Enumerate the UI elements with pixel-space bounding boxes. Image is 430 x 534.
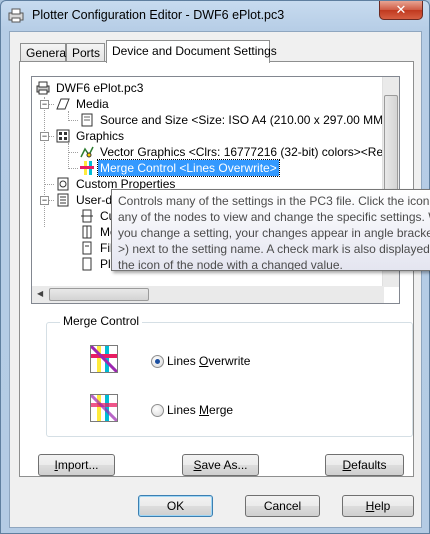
cancel-button[interactable]: Cancel xyxy=(245,495,320,517)
lines-overwrite-radio[interactable] xyxy=(151,355,164,368)
merge-control-group-title: Merge Control xyxy=(60,314,143,328)
defaults-button[interactable]: Defaults xyxy=(325,454,404,476)
import-button[interactable]: Import... xyxy=(38,454,115,476)
tree-item-media[interactable]: Media xyxy=(56,96,256,112)
merge-control-icon xyxy=(80,161,94,175)
tree-root-item[interactable]: DWF6 ePlot.pc3 xyxy=(36,80,236,96)
custom-properties-icon xyxy=(57,177,69,191)
tab-general[interactable]: General xyxy=(20,43,69,62)
plotter-app-icon xyxy=(8,8,24,23)
tree-item-label: Media xyxy=(76,97,109,111)
scroll-thumb[interactable] xyxy=(49,288,149,301)
collapse-graphics-toggle[interactable]: − xyxy=(40,132,49,141)
help-button[interactable]: Help xyxy=(342,495,414,517)
document-icon xyxy=(81,113,93,127)
save-as-button[interactable]: Save As... xyxy=(182,454,259,476)
tooltip-line: any of the nodes to view and change the … xyxy=(118,210,430,224)
plotter-icon xyxy=(36,81,50,95)
tooltip-line: the icon of the node with a changed valu… xyxy=(118,258,343,271)
ok-button[interactable]: OK xyxy=(138,495,213,517)
vector-graphics-icon xyxy=(80,146,94,158)
tree-item-merge-control[interactable]: Merge Control <Lines Overwrite> xyxy=(80,159,290,177)
tree-item-label: Vector Graphics <Clrs: 16777216 (32-bit)… xyxy=(100,145,400,159)
collapse-user-defined-toggle[interactable]: − xyxy=(40,196,49,205)
tree-item-label: Source and Size <Size: ISO A4 (210.00 x … xyxy=(100,113,395,127)
user-defined-icon xyxy=(57,193,69,207)
tree-item-source-and-size[interactable]: Source and Size <Size: ISO A4 (210.00 x … xyxy=(80,112,399,128)
tree-item-vector-graphics[interactable]: Vector Graphics <Clrs: 16777216 (32-bit)… xyxy=(80,144,400,160)
tooltip-line: Controls many of the settings in the PC3… xyxy=(118,194,430,208)
tree-horizontal-scrollbar[interactable]: ◀ xyxy=(32,286,384,303)
lines-merge-preview-icon xyxy=(90,394,118,422)
close-icon: ✕ xyxy=(395,2,407,18)
tooltip-line: you change a setting, your changes appea… xyxy=(118,226,430,240)
media-icon xyxy=(56,98,70,110)
tab-device-and-document-settings[interactable]: Device and Document Settings xyxy=(106,40,277,63)
title-bar[interactable]: Plotter Configuration Editor - DWF6 ePlo… xyxy=(1,1,429,31)
tree-item-graphics[interactable]: Graphics xyxy=(56,128,256,144)
tab-ports[interactable]: Ports xyxy=(66,43,105,62)
lines-overwrite-preview-icon xyxy=(90,345,118,373)
graphics-icon xyxy=(56,129,70,143)
custom-paper-icon xyxy=(81,209,93,223)
collapse-media-toggle[interactable]: − xyxy=(40,100,49,109)
tooltip-line: >) next to the setting name. A check mar… xyxy=(118,242,430,256)
close-button[interactable]: ✕ xyxy=(379,1,423,20)
scroll-left-icon[interactable]: ◀ xyxy=(37,289,43,298)
filter-paper-icon xyxy=(82,241,92,255)
tree-item-label: Merge Control <Lines Overwrite> xyxy=(97,159,280,177)
dialog-client: General Ports Device and Document Settin… xyxy=(9,31,422,528)
lines-merge-radio[interactable] xyxy=(151,404,164,417)
lines-overwrite-label[interactable]: Lines Overwrite xyxy=(167,354,250,368)
window-title: Plotter Configuration Editor - DWF6 ePlo… xyxy=(32,8,285,22)
plotter-calibration-icon xyxy=(82,257,92,271)
tree-root-label: DWF6 ePlot.pc3 xyxy=(56,81,144,95)
tooltip: Controls many of the settings in the PC3… xyxy=(111,189,430,271)
modify-paper-icon xyxy=(82,225,92,239)
lines-merge-label[interactable]: Lines Merge xyxy=(167,403,233,417)
dialog-window: Plotter Configuration Editor - DWF6 ePlo… xyxy=(0,0,430,534)
tree-item-label: Graphics xyxy=(76,129,125,143)
